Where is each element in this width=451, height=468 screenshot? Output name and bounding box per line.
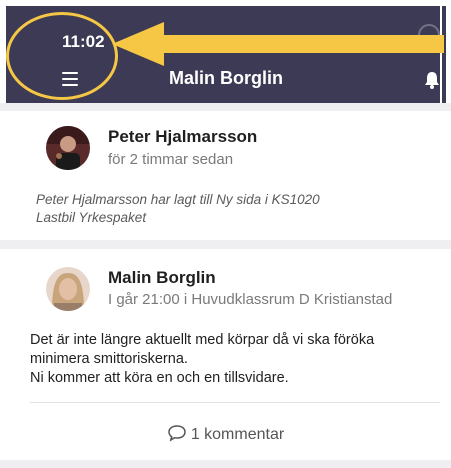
comments-count-label: 1 kommentar [190,426,285,443]
comments-button[interactable]: 1 kommentar [0,424,451,444]
avatar[interactable] [46,267,90,311]
post-author[interactable]: Peter Hjalmarsson [108,127,257,147]
annotation-circle [6,12,118,100]
avatar[interactable] [46,126,90,170]
activity-line: Peter Hjalmarsson har lagt till Ny sida … [36,192,320,207]
annotation-arrow-icon [112,22,444,66]
feed-separator [0,103,451,111]
post-body-line: minimera smittoriskerna. [30,351,188,367]
activity-text[interactable]: Peter Hjalmarsson har lagt till Ny sida … [36,191,396,227]
post-body-line: Ni kommer att köra en och en tillsvidare… [30,370,289,386]
feed-separator [0,460,451,468]
feed-separator [0,240,451,249]
post-body-line: Det är inte längre aktuellt med körpar d… [30,332,375,348]
speech-bubble-icon [168,425,186,442]
post-body: Det är inte längre aktuellt med körpar d… [30,331,430,388]
post-timestamp: för 2 timmar sedan [108,151,234,168]
post-author[interactable]: Malin Borglin [108,268,216,288]
post-meta: I går 21:00 i Huvudklassrum D Kristianst… [108,291,393,308]
activity-line: Lastbil Yrkespaket [36,210,147,225]
activity-post: Peter Hjalmarsson för 2 timmar sedan Pet… [30,111,440,239]
bell-icon[interactable] [422,70,442,90]
divider [30,402,440,403]
